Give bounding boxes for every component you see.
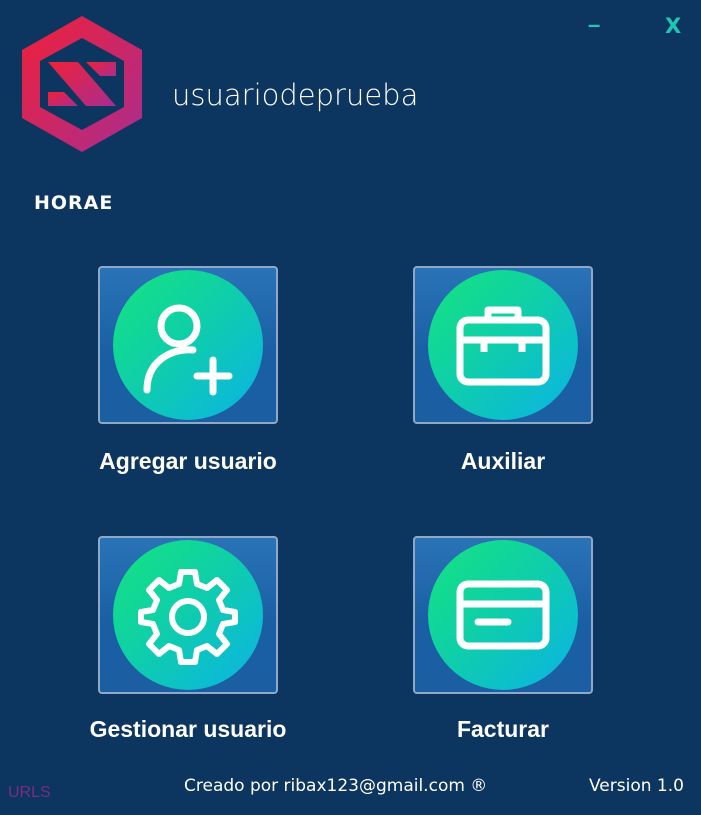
manage-user-tile[interactable] [98,536,278,694]
auxiliary-label: Auxiliar [460,448,546,474]
horae-logo [12,14,152,154]
billing-tile[interactable] [413,536,593,694]
close-button[interactable]: X [665,14,681,38]
gear-icon [113,540,263,690]
version-text: Version 1.0 [589,776,684,796]
billing-label: Facturar [456,716,550,742]
add-user-label: Agregar usuario [99,448,277,474]
urls-link[interactable]: URLS [8,784,51,802]
username-label: usuariodeprueba [172,78,419,112]
brand-name: HORAE [34,192,114,214]
minimize-button[interactable]: – [588,12,600,38]
auxiliary-tile[interactable] [413,266,593,424]
add-user-tile[interactable] [98,266,278,424]
credit-card-icon [428,540,578,690]
manage-user-label: Gestionar usuario [89,716,287,742]
toolbox-icon [428,270,578,420]
add-user-icon [113,270,263,420]
credit-text: Creado por ribax123@gmail.com ® [184,776,488,796]
